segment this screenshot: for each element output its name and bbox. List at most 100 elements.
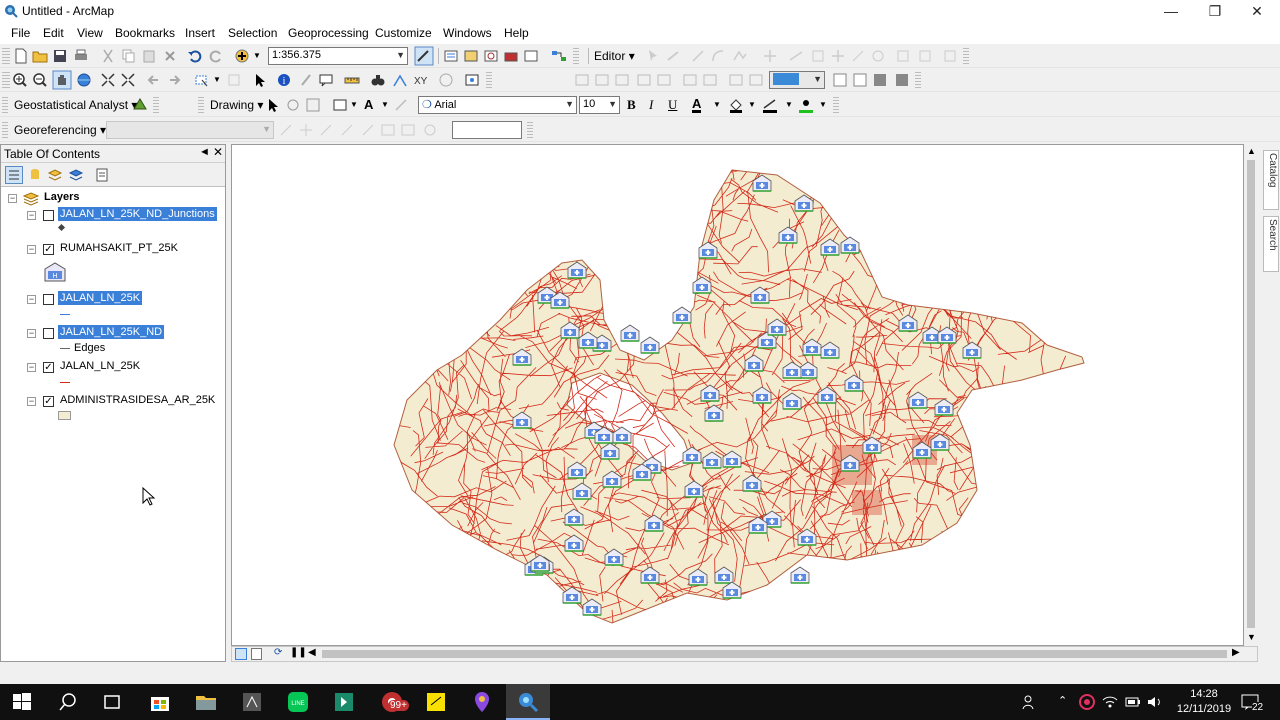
toc-options-icon[interactable] — [94, 167, 110, 183]
search-window-icon[interactable] — [483, 48, 499, 64]
select-features-icon[interactable] — [194, 72, 210, 88]
scroll-down-icon[interactable]: ▼ — [1247, 632, 1256, 642]
georef-tool-1-icon[interactable] — [574, 72, 590, 88]
map-scale-select[interactable]: 1:356.375 ▼ — [268, 47, 408, 65]
toc-close-icon[interactable]: ✕ — [213, 145, 223, 159]
hospital-marker-icon[interactable] — [640, 336, 660, 354]
sticky-notes-icon[interactable] — [424, 690, 448, 714]
list-by-source-icon[interactable] — [27, 167, 43, 183]
layer-3-name[interactable]: JALAN_LN_25K — [58, 291, 143, 305]
bold-button[interactable]: B — [627, 97, 636, 113]
full-extent-icon[interactable] — [76, 72, 92, 88]
view-link-table-icon[interactable] — [380, 122, 396, 138]
menu-windows[interactable]: Windows — [443, 26, 492, 40]
menu-edit[interactable]: Edit — [43, 26, 64, 40]
layer-6-checkbox[interactable]: ✓ — [43, 396, 54, 407]
show-hidden-icons-icon[interactable]: ⌃ — [1058, 694, 1067, 707]
toolbar-grip[interactable] — [2, 48, 10, 64]
layout-tool-4-icon[interactable] — [894, 72, 910, 88]
find-binoculars-icon[interactable] — [370, 72, 386, 88]
find-route-icon[interactable] — [392, 72, 408, 88]
zoom-whole-page-icon[interactable] — [305, 97, 321, 113]
layout-view-icon[interactable] — [251, 648, 262, 660]
time-slider-icon[interactable] — [438, 72, 454, 88]
hospital-marker-icon[interactable] — [790, 566, 810, 584]
rotate-element-icon[interactable] — [285, 97, 301, 113]
list-by-visibility-icon[interactable] — [47, 167, 63, 183]
create-features-icon[interactable] — [917, 48, 933, 64]
geostatistical-wizard-icon[interactable] — [132, 97, 148, 113]
list-by-drawing-order-icon[interactable] — [5, 166, 23, 184]
georef-tool-2-icon[interactable] — [594, 72, 610, 88]
html-popup-icon[interactable] — [318, 72, 334, 88]
catalog-window-icon[interactable] — [463, 48, 479, 64]
identify-icon[interactable]: i — [276, 72, 292, 88]
georef-tool-4-icon[interactable] — [636, 72, 652, 88]
georef-tool-7-icon[interactable] — [702, 72, 718, 88]
georef-tool-8-icon[interactable] — [728, 72, 744, 88]
layer-1-name[interactable]: JALAN_LN_25K_ND_Junctions — [58, 207, 217, 221]
zoom-out-icon[interactable] — [32, 72, 48, 88]
catalog-side-tab[interactable]: Catalog — [1263, 150, 1279, 210]
horizontal-scroll-thumb[interactable] — [322, 650, 1227, 658]
menu-view[interactable]: View — [77, 26, 103, 40]
record-icon[interactable] — [1078, 693, 1096, 711]
copy-icon[interactable] — [120, 48, 136, 64]
edit-tool-icon[interactable] — [645, 48, 661, 64]
delete-icon[interactable] — [162, 48, 178, 64]
editor-toolbar-icon[interactable] — [414, 46, 434, 66]
editor-menu[interactable]: Editor ▾ — [594, 49, 635, 63]
undo-icon[interactable] — [187, 48, 203, 64]
font-size-select[interactable]: 10 ▼ — [579, 96, 620, 114]
layer-2-checkbox[interactable]: ✓ — [43, 244, 54, 255]
editor-options-icon[interactable] — [942, 48, 958, 64]
open-folder-icon[interactable] — [32, 48, 48, 64]
georef-rotation-input[interactable] — [452, 121, 522, 139]
layer-1-checkbox[interactable] — [43, 210, 54, 221]
layer-2-name[interactable]: RUMAHSAKIT_PT_25K — [58, 241, 180, 255]
edit-annotation-icon[interactable] — [665, 48, 681, 64]
back-extent-icon[interactable] — [146, 72, 162, 88]
layer-5-name[interactable]: JALAN_LN_25K — [58, 359, 142, 373]
python-window-icon[interactable] — [523, 48, 539, 64]
layer-6-name[interactable]: ADMINISTRASIDESA_AR_25K — [58, 393, 217, 407]
italic-button[interactable]: I — [649, 97, 653, 113]
store-icon[interactable] — [148, 690, 172, 714]
select-elements-icon[interactable] — [252, 72, 268, 88]
hospital-marker-icon[interactable] — [612, 426, 632, 444]
straight-segment-icon[interactable] — [690, 48, 706, 64]
layout-tool-3-icon[interactable] — [872, 72, 888, 88]
fill-color-icon[interactable] — [728, 97, 744, 113]
layout-tool-2-icon[interactable] — [852, 72, 868, 88]
list-by-selection-icon[interactable] — [68, 167, 84, 183]
marker-color-dropdown-icon[interactable]: ▼ — [819, 100, 827, 109]
data-view-icon[interactable] — [235, 648, 247, 660]
layer-1-collapse-icon[interactable]: − — [27, 211, 36, 220]
edit-vertices-icon[interactable] — [762, 48, 778, 64]
layer-2-collapse-icon[interactable]: − — [27, 245, 36, 254]
zoom-in-icon[interactable] — [12, 72, 28, 88]
cut-polygons-icon[interactable] — [810, 48, 826, 64]
layer-5-checkbox[interactable]: ✓ — [43, 362, 54, 373]
task-view-icon[interactable] — [100, 690, 124, 714]
marker-color-icon[interactable] — [798, 97, 814, 113]
adobe-acrobat-icon[interactable] — [240, 690, 264, 714]
scale-georef-icon[interactable] — [318, 122, 334, 138]
paste-icon[interactable] — [141, 48, 157, 64]
arcmap-taskbar-button[interactable] — [506, 684, 550, 720]
text-dropdown-icon[interactable]: ▼ — [381, 100, 389, 109]
menu-file[interactable]: File — [11, 26, 30, 40]
layer-5-collapse-icon[interactable]: − — [27, 363, 36, 372]
menu-insert[interactable]: Insert — [185, 26, 215, 40]
geostatistical-analyst-menu[interactable]: Geostatistical Analyst ▾ — [14, 98, 137, 112]
search-side-tab[interactable]: Search — [1263, 216, 1279, 272]
layer-3-checkbox[interactable] — [43, 294, 54, 305]
vertical-scroll-thumb[interactable] — [1247, 160, 1255, 628]
layer-4-checkbox[interactable] — [43, 328, 54, 339]
close-icon[interactable]: ✕ — [1234, 0, 1280, 22]
hospital-marker-icon[interactable] — [620, 324, 640, 342]
layers-root-label[interactable]: Layers — [42, 190, 81, 204]
hyperlink-icon[interactable] — [298, 72, 314, 88]
print-icon[interactable] — [73, 48, 89, 64]
shift-georef-icon[interactable] — [298, 122, 314, 138]
